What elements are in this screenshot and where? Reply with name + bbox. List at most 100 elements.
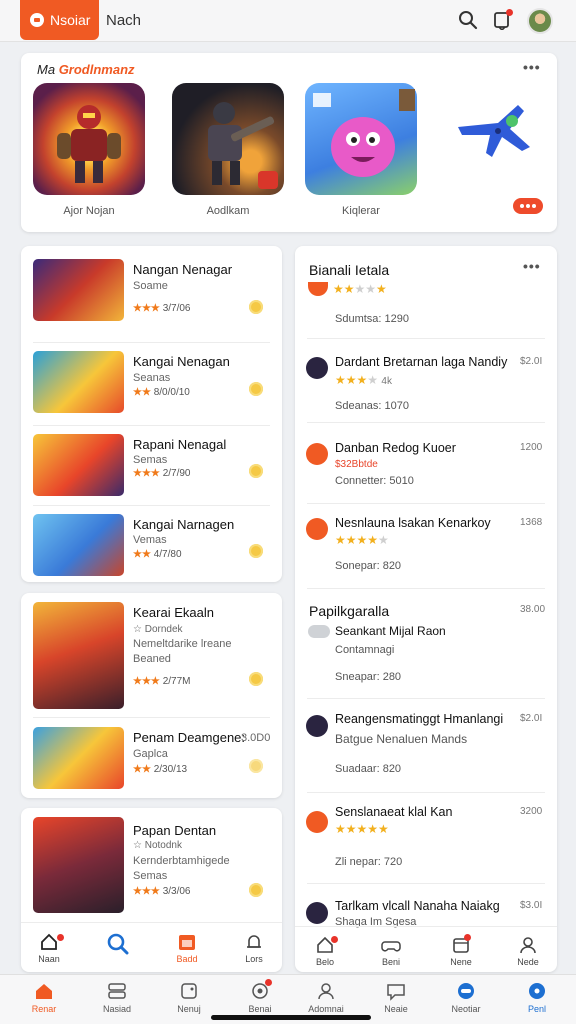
divider (307, 792, 545, 793)
chat-icon (387, 984, 405, 1001)
nav-notifications[interactable]: Lors (224, 932, 284, 964)
home-icon (36, 984, 52, 999)
more-icon[interactable]: ••• (523, 258, 541, 274)
divider (307, 422, 545, 423)
panel-title: Bianali Ietala (309, 262, 390, 278)
game-rating: ★★★ 2/7/90 (133, 468, 191, 479)
leader-title[interactable]: Reangensmatinggt Hmanlangi (335, 712, 503, 726)
bottom-nav-item[interactable]: Nenuj (160, 981, 218, 1014)
game-thumbnail[interactable] (33, 602, 124, 709)
home-indicator[interactable] (211, 1015, 371, 1020)
search-icon (107, 933, 129, 955)
home-icon (41, 933, 57, 950)
coin-icon[interactable] (249, 382, 263, 396)
coin-icon[interactable] (249, 300, 263, 314)
nav-label: Belo (315, 957, 334, 967)
divider (33, 425, 270, 426)
leader-value: 3200 (520, 806, 543, 817)
avatar[interactable] (527, 8, 553, 34)
game-list-card: Nangan Nenagar Soame ★★★ 3/7/06 Kangai N… (21, 246, 282, 582)
rating-stars: ★★★★★ (335, 533, 389, 547)
leader-title[interactable]: Tarlkam vlcall Nanaha Naiakg (335, 899, 500, 913)
divider (33, 342, 270, 343)
game-title[interactable]: Papan Dentan (133, 823, 216, 838)
featured-game-image[interactable] (172, 83, 284, 195)
nav-label: Nasiad (102, 1004, 131, 1014)
coin-icon[interactable] (249, 759, 263, 773)
leader-title[interactable]: Senslanaeat klal Kan (335, 805, 452, 819)
nav-calendar[interactable]: Badd (157, 932, 217, 964)
game-title[interactable]: Kearai Ekaaln (133, 605, 214, 620)
grid-icon (108, 983, 126, 999)
search-icon[interactable] (458, 10, 478, 30)
game-title[interactable]: Kangai Nenagan (133, 354, 230, 369)
bottom-nav-item[interactable]: Benai (231, 981, 289, 1014)
game-thumbnail[interactable] (33, 727, 124, 789)
leader-title[interactable]: Danban Redog Kuoer (335, 441, 456, 455)
leader-title[interactable]: Dardant Bretarnan laga Nandiy (335, 355, 507, 369)
game-thumbnail[interactable] (33, 351, 124, 413)
game-title[interactable]: Kangai Narnagen (133, 517, 234, 532)
game-description: Kernderbtamhigede (133, 855, 230, 867)
bottom-nav-item[interactable]: Neotiar (437, 981, 495, 1014)
coin-icon[interactable] (249, 883, 263, 897)
divider (307, 698, 545, 699)
game-title[interactable]: Rapani Nenagal (133, 437, 226, 452)
game-icon (306, 715, 328, 737)
bottom-nav-item[interactable]: Penl (508, 981, 566, 1014)
logo-icon (30, 13, 44, 27)
leader-meta: Sonepar: 820 (335, 560, 402, 572)
bottom-nav-item[interactable]: Nasiad (88, 981, 146, 1014)
featured-game-image[interactable] (33, 83, 145, 195)
game-subtitle: Beaned (133, 653, 171, 665)
coin-icon[interactable] (249, 464, 263, 478)
nav-badge (265, 979, 272, 986)
game-title[interactable]: Penam Deamgene: (133, 730, 245, 745)
nav-search[interactable] (88, 932, 148, 958)
game-subtitle: ☆ Dorndek (133, 624, 183, 635)
nav-label: Nenuj (177, 1004, 201, 1014)
user-icon (520, 937, 536, 954)
divider (33, 717, 270, 718)
nav-profile[interactable]: Nede (498, 935, 558, 967)
coin-icon[interactable] (249, 544, 263, 558)
game-rating: ★★★ 3/7/06 (133, 303, 191, 314)
nav-label: Naan (38, 954, 60, 964)
game-icon (306, 518, 328, 540)
game-subtitle: Vemas (133, 534, 167, 546)
game-title[interactable]: Nangan Nenagar (133, 262, 232, 277)
game-thumbnail[interactable] (33, 817, 124, 913)
carousel-indicator[interactable] (513, 198, 543, 214)
bottom-nav-item[interactable]: Neaie (367, 981, 425, 1014)
calendar-icon (179, 935, 195, 950)
leader-title[interactable]: Seankant Mijal Raon (335, 624, 446, 638)
game-thumbnail[interactable] (33, 514, 124, 576)
leader-title[interactable]: Nesnlauna lsakan Kenarkoy (335, 516, 491, 530)
toggle-icon[interactable] (308, 625, 330, 638)
nav-badge (464, 934, 471, 941)
game-list-card: Kearai Ekaaln ☆ Dorndek Nemeltdarike lre… (21, 593, 282, 798)
more-icon[interactable]: ••• (523, 59, 541, 75)
game-rating: ★★ 4/7/80 (133, 549, 182, 560)
nav-label: Renar (31, 1004, 57, 1014)
game-thumbnail[interactable] (33, 434, 124, 496)
featured-game-image[interactable] (438, 83, 550, 195)
divider (307, 503, 545, 504)
coin-icon[interactable] (249, 672, 263, 686)
featured-game-image[interactable] (305, 83, 417, 195)
divider (307, 883, 545, 884)
nav-home[interactable]: Naan (19, 932, 79, 964)
leader-sub: Contamnagi (335, 644, 395, 656)
app-logo[interactable]: Nsoiar (20, 0, 99, 40)
nav-games[interactable]: Beni (361, 935, 421, 967)
nav-calendar[interactable]: Nene (431, 935, 491, 967)
game-thumbnail[interactable] (33, 259, 124, 321)
nav-label: Nede (517, 957, 539, 967)
nav-badge (57, 934, 64, 941)
leader-meta: Connetter: 5010 (335, 475, 414, 487)
nav-home[interactable]: Belo (295, 935, 355, 967)
logo-text: Nsoiar (50, 12, 91, 28)
bottom-nav-home[interactable]: Renar (15, 981, 73, 1014)
bottom-nav-item[interactable]: Adomnai (297, 981, 355, 1014)
trophy-icon (308, 282, 328, 296)
